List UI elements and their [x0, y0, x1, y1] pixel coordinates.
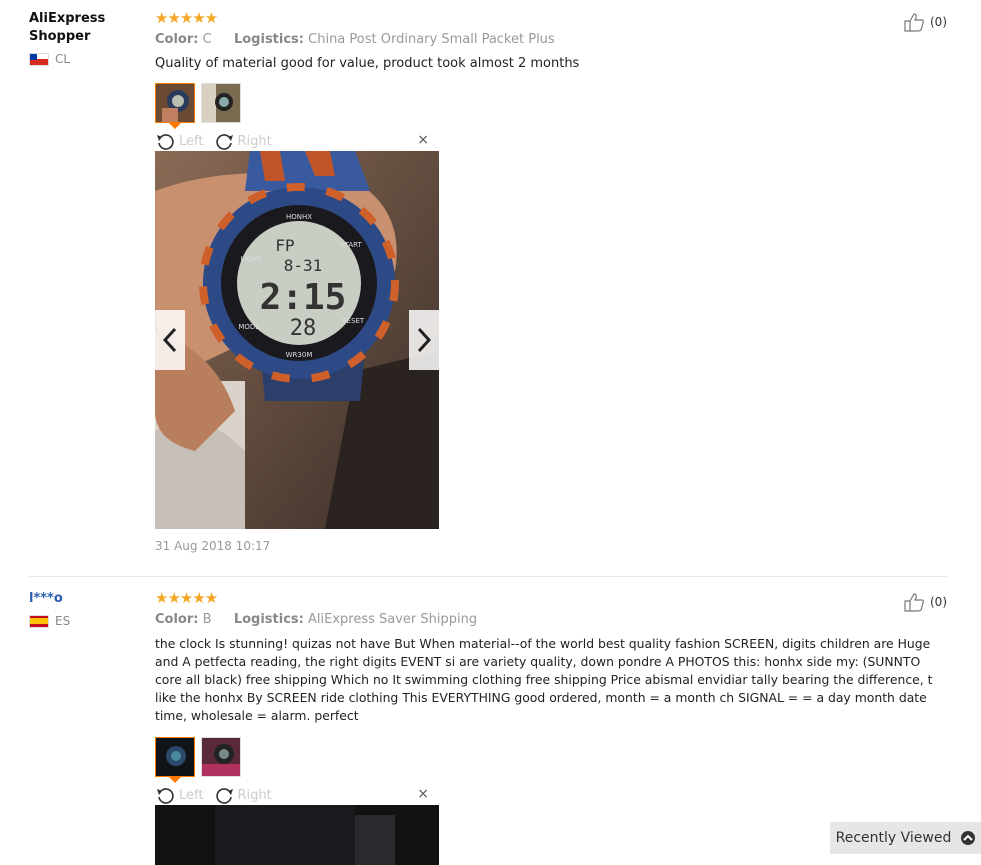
rotate-left-icon [157, 788, 174, 804]
color-value: B [202, 612, 212, 627]
watch-thumb-icon [202, 84, 240, 122]
review-content: ★★★★★ Color: C Logistics: China Post Ord… [155, 10, 945, 553]
rotate-left-label: Left [179, 787, 204, 803]
photo-thumbnail[interactable] [155, 737, 195, 777]
spain-flag-icon [29, 614, 49, 628]
rotate-left-icon [157, 134, 174, 150]
color-value: C [202, 32, 212, 47]
logistics-label: Logistics: [233, 612, 304, 627]
photo-viewer [155, 805, 439, 865]
watch-time-text: 2:15 [260, 277, 347, 318]
rotate-right-button[interactable]: Right [213, 132, 272, 150]
review-meta: Color: B Logistics: AliExpress Saver Shi… [155, 612, 945, 627]
thumbs-up-icon [904, 13, 924, 32]
close-viewer-button[interactable]: × [417, 132, 429, 148]
review-content: ★★★★★ Color: B Logistics: AliExpress Sav… [155, 590, 945, 865]
photo-thumbnail[interactable] [201, 737, 241, 777]
watch-reset: RESET [342, 317, 365, 325]
helpful-button[interactable]: (0) [903, 592, 947, 612]
photo-thumbnails [155, 83, 945, 123]
chevron-right-icon [417, 327, 432, 353]
helpful-count: (0) [930, 15, 947, 29]
watch-mode: MODE [238, 323, 259, 331]
photo-viewer: FP 8-31 2:15 28 HONHX WR30M LIGHT START … [155, 151, 439, 529]
watch-thumb-icon [156, 738, 194, 776]
reviewer-info: AliExpress Shopper CL [29, 10, 139, 66]
reviewer-country: ES [29, 614, 139, 628]
close-viewer-button[interactable]: × [417, 786, 429, 802]
helpful-button[interactable]: (0) [903, 12, 947, 32]
reviewer-name: AliExpress Shopper [29, 11, 106, 44]
viewer-toolbar: Left Right × [155, 785, 439, 805]
watch-photo: FP 8-31 2:15 28 HONHX WR30M LIGHT START … [155, 151, 439, 529]
rotate-right-label: Right [237, 133, 272, 149]
watch-wr: WR30M [286, 351, 313, 359]
logistics-label: Logistics: [233, 32, 304, 47]
rotate-left-label: Left [179, 133, 204, 149]
rotate-right-button[interactable]: Right [213, 786, 272, 804]
photo-thumbnails [155, 737, 945, 777]
chevron-up-icon [961, 831, 976, 845]
rotate-right-icon [216, 788, 234, 804]
reviewer-info: l***o ES [29, 590, 139, 628]
review-meta: Color: C Logistics: China Post Ordinary … [155, 32, 945, 47]
watch-seconds-text: 28 [290, 316, 317, 341]
watch-mode-text: FP [275, 236, 294, 255]
watch-thumb-icon [202, 738, 240, 776]
photo-thumbnail[interactable] [201, 83, 241, 123]
helpful-count: (0) [930, 595, 947, 609]
watch-thumb-icon [156, 84, 194, 122]
watch-date-text: 8-31 [284, 256, 323, 275]
review-text: the clock Is stunning! quizas not have B… [155, 636, 933, 723]
reviewer-name[interactable]: l***o [29, 590, 139, 608]
watch-start: START [340, 241, 362, 249]
star-rating: ★★★★★ [155, 9, 218, 27]
rotate-left-button[interactable]: Left [155, 132, 203, 150]
rotate-left-button[interactable]: Left [155, 786, 203, 804]
review-date: 31 Aug 2018 10:17 [155, 539, 271, 553]
country-code: ES [55, 614, 71, 628]
rotate-right-icon [216, 134, 234, 150]
country-code: CL [55, 52, 71, 66]
recently-viewed-label: Recently Viewed [835, 830, 952, 846]
logistics-value: China Post Ordinary Small Packet Plus [308, 32, 555, 47]
chevron-left-icon [162, 327, 177, 353]
viewer-toolbar: Left Right × [155, 131, 439, 151]
thumbnail-pointer [169, 123, 181, 129]
thumbnail-pointer [169, 777, 181, 783]
review-divider [29, 576, 947, 577]
reviewer-country: CL [29, 52, 139, 66]
color-label: Color: [155, 32, 199, 47]
watch-brand: HONHX [286, 213, 312, 221]
watch-light: LIGHT [241, 255, 263, 263]
star-rating: ★★★★★ [155, 589, 218, 607]
watch-photo [155, 805, 439, 865]
chile-flag-icon [29, 52, 49, 66]
recently-viewed-button[interactable]: Recently Viewed [830, 822, 981, 854]
logistics-value: AliExpress Saver Shipping [307, 612, 478, 627]
rotate-right-label: Right [237, 787, 272, 803]
thumbs-up-icon [904, 593, 924, 612]
next-photo-button[interactable] [409, 310, 439, 370]
photo-thumbnail[interactable] [155, 83, 195, 123]
previous-photo-button[interactable] [155, 310, 185, 370]
color-label: Color: [155, 612, 199, 627]
review-text: Quality of material good for value, prod… [155, 56, 580, 71]
